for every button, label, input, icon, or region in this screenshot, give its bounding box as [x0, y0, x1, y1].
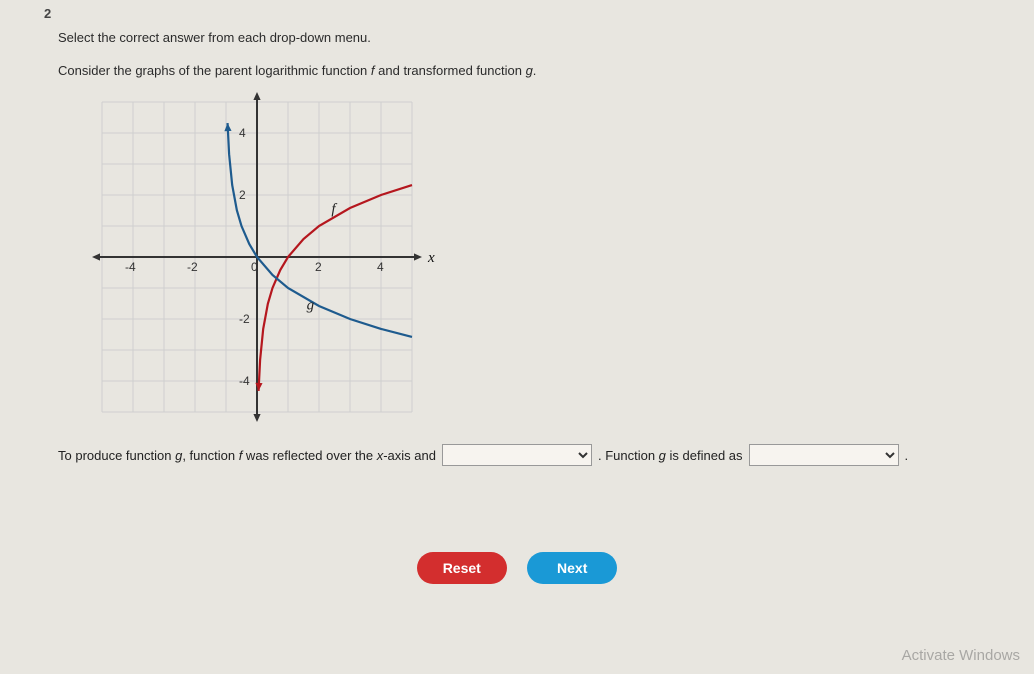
svg-text:-4: -4: [125, 260, 136, 274]
t: was reflected over the: [242, 448, 376, 463]
graph-container: -4-2024-4-224xy fg: [62, 92, 1014, 422]
next-button[interactable]: Next: [527, 552, 617, 584]
svg-text:2: 2: [315, 260, 322, 274]
answer-sentence: To produce function g, function f was re…: [58, 444, 1014, 466]
svg-text:-2: -2: [187, 260, 198, 274]
question-content: Select the correct answer from each drop…: [58, 30, 1014, 466]
question-number: 2: [44, 6, 51, 21]
sent-part1: To produce function g, function f was re…: [58, 448, 436, 463]
sent-part2: . Function g is defined as: [598, 448, 743, 463]
svg-text:0: 0: [251, 260, 258, 274]
windows-watermark: Activate Windows: [902, 647, 1020, 664]
prompt-end: .: [533, 63, 537, 78]
svg-text:2: 2: [239, 188, 246, 202]
fn-g2: g: [659, 448, 666, 463]
prompt-fn-g: g: [526, 63, 533, 78]
svg-text:g: g: [307, 298, 315, 314]
svg-text:4: 4: [239, 126, 246, 140]
period: .: [905, 448, 909, 463]
svg-text:-2: -2: [239, 312, 250, 326]
reset-button[interactable]: Reset: [417, 552, 507, 584]
prompt-mid: and transformed function: [375, 63, 526, 78]
t: -axis and: [383, 448, 436, 463]
function-graph: -4-2024-4-224xy fg: [62, 92, 452, 422]
definition-dropdown[interactable]: [749, 444, 899, 466]
transformation-dropdown[interactable]: [442, 444, 592, 466]
t: , function: [182, 448, 238, 463]
svg-text:-4: -4: [239, 374, 250, 388]
t: is defined as: [666, 448, 743, 463]
button-row: Reset Next: [0, 552, 1034, 584]
svg-text:4: 4: [377, 260, 384, 274]
svg-text:x: x: [427, 250, 435, 266]
t: To produce function: [58, 448, 175, 463]
prompt-pre: Consider the graphs of the parent logari…: [58, 63, 371, 78]
prompt-text: Consider the graphs of the parent logari…: [58, 63, 1014, 78]
t: . Function: [598, 448, 659, 463]
instruction-text: Select the correct answer from each drop…: [58, 30, 1014, 45]
